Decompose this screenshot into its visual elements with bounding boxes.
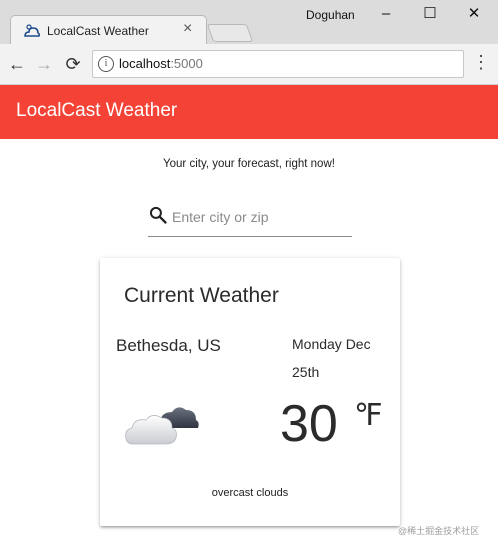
search-icon: [149, 206, 167, 224]
search-input[interactable]: [172, 206, 350, 228]
tab-title: LocalCast Weather: [47, 24, 149, 38]
url-text[interactable]: localhost:5000: [119, 56, 203, 71]
temperature-value: 30: [280, 395, 338, 453]
current-weather-card: Current Weather Bethesda, US Monday Dec …: [100, 258, 400, 526]
close-window-icon[interactable]: ✕: [454, 2, 494, 26]
temperature-unit: ℉: [354, 399, 383, 432]
tagline: Your city, your forecast, right now!: [163, 158, 335, 170]
profile-name[interactable]: Doguhan: [306, 8, 355, 22]
info-icon[interactable]: i: [98, 56, 114, 72]
app-toolbar: LocalCast Weather: [0, 85, 498, 139]
tab-close-icon[interactable]: ×: [183, 20, 192, 38]
card-title: Current Weather: [124, 284, 279, 307]
maximize-icon[interactable]: ☐: [410, 2, 450, 26]
new-tab-button[interactable]: [206, 24, 254, 42]
address-bar[interactable]: i localhost:5000: [92, 50, 464, 78]
back-icon[interactable]: ←: [6, 53, 28, 75]
overcast-clouds-icon: [125, 407, 199, 445]
app-title: LocalCast Weather: [16, 100, 178, 121]
watermark: @稀土掘金技术社区: [398, 526, 480, 536]
city-search: [148, 203, 352, 237]
browser-toolbar: ← → ⟳ i localhost:5000 ⋮: [0, 44, 498, 85]
forward-icon[interactable]: →: [33, 53, 55, 75]
city-name: Bethesda, US: [116, 336, 221, 355]
minimize-icon[interactable]: –: [366, 2, 406, 26]
browser-tab[interactable]: LocalCast Weather ×: [10, 15, 207, 45]
weather-tab-icon: [24, 24, 41, 37]
browser-titlebar: LocalCast Weather × Doguhan – ☐ ✕: [0, 0, 498, 45]
reload-icon[interactable]: ⟳: [62, 53, 84, 75]
weather-description: overcast clouds: [211, 487, 289, 499]
forecast-date: Monday Dec 25th: [292, 336, 371, 380]
browser-menu-icon[interactable]: ⋮: [472, 53, 490, 76]
